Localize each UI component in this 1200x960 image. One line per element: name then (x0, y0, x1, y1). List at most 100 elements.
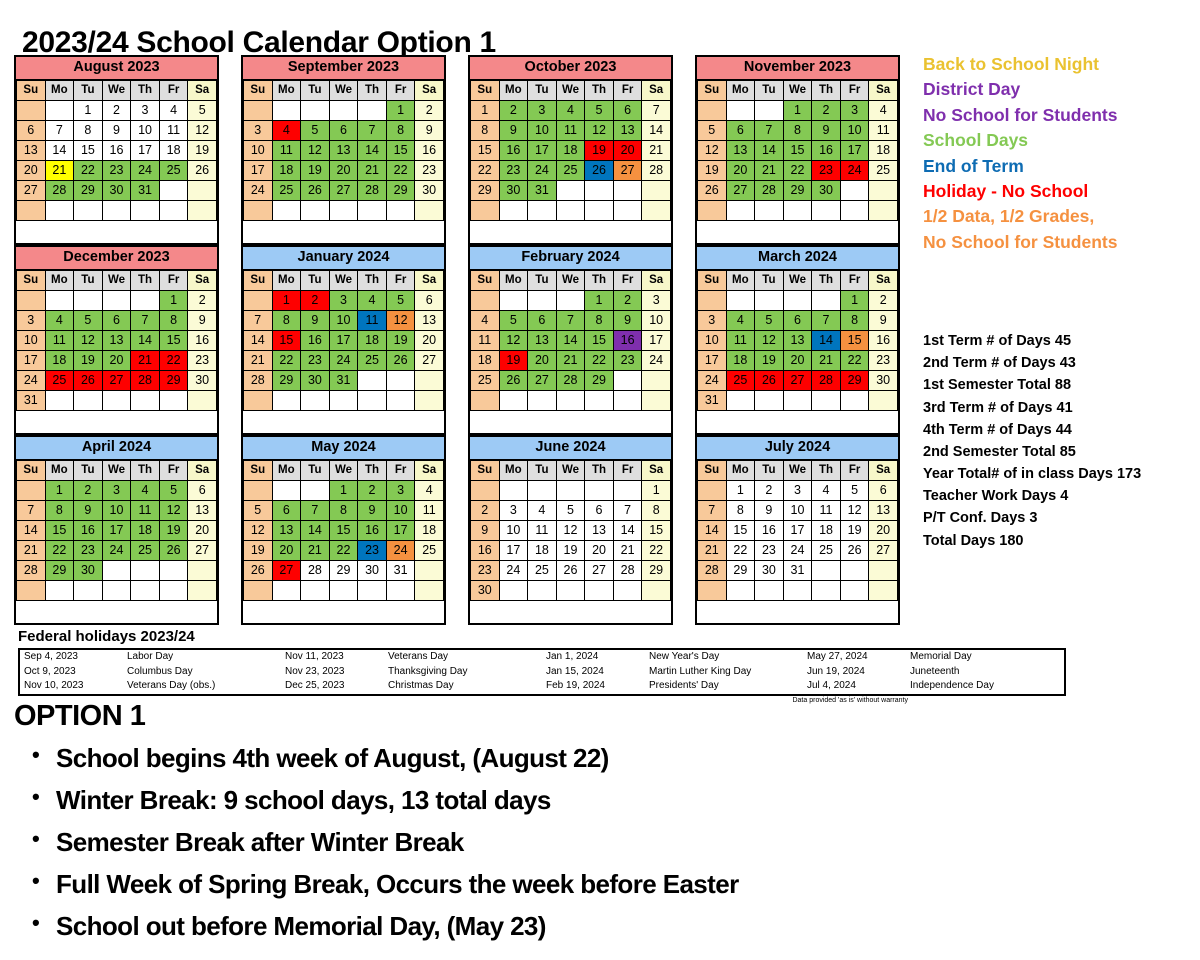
day-cell[interactable]: 12 (697, 139, 727, 161)
day-cell[interactable] (527, 579, 557, 601)
day-cell[interactable]: 21 (641, 139, 671, 161)
day-cell[interactable]: 15 (584, 329, 614, 351)
day-cell[interactable]: 26 (555, 559, 586, 581)
day-cell[interactable]: 19 (498, 349, 529, 371)
day-cell[interactable]: 9 (101, 119, 132, 141)
day-cell[interactable]: 13 (725, 139, 756, 161)
day-cell[interactable]: 26 (73, 369, 103, 391)
day-cell[interactable] (328, 199, 359, 221)
day-cell[interactable]: 20 (725, 159, 756, 181)
day-cell[interactable]: 23 (187, 349, 217, 371)
day-cell[interactable]: 6 (584, 499, 614, 521)
day-cell[interactable] (641, 369, 671, 391)
day-cell[interactable] (470, 199, 500, 221)
day-cell[interactable]: 20 (612, 139, 643, 161)
day-cell[interactable]: 8 (44, 499, 75, 521)
day-cell[interactable]: 4 (555, 99, 586, 121)
day-cell[interactable]: 17 (385, 519, 416, 541)
day-cell[interactable]: 23 (868, 349, 898, 371)
day-cell[interactable] (357, 579, 387, 601)
day-cell[interactable]: 4 (811, 479, 841, 501)
day-cell[interactable]: 7 (300, 499, 330, 521)
day-cell[interactable]: 30 (498, 179, 529, 201)
day-cell[interactable]: 17 (498, 539, 529, 561)
day-cell[interactable] (782, 579, 813, 601)
day-cell[interactable]: 8 (158, 309, 189, 331)
day-cell[interactable]: 10 (130, 119, 160, 141)
day-cell[interactable]: 19 (300, 159, 330, 181)
day-cell[interactable]: 11 (527, 519, 557, 541)
day-cell[interactable] (811, 199, 841, 221)
day-cell[interactable]: 4 (414, 479, 444, 501)
day-cell[interactable] (101, 199, 132, 221)
day-cell[interactable]: 1 (44, 479, 75, 501)
day-cell[interactable] (44, 99, 75, 121)
day-cell[interactable] (271, 389, 302, 411)
day-cell[interactable]: 28 (754, 179, 784, 201)
day-cell[interactable]: 13 (782, 329, 813, 351)
day-cell[interactable]: 21 (243, 349, 273, 371)
day-cell[interactable]: 29 (385, 179, 416, 201)
day-cell[interactable]: 29 (782, 179, 813, 201)
day-cell[interactable]: 14 (641, 119, 671, 141)
day-cell[interactable] (243, 199, 273, 221)
day-cell[interactable] (498, 579, 529, 601)
day-cell[interactable]: 17 (782, 519, 813, 541)
day-cell[interactable]: 12 (300, 139, 330, 161)
day-cell[interactable]: 26 (187, 159, 217, 181)
day-cell[interactable] (839, 559, 870, 581)
day-cell[interactable]: 8 (725, 499, 756, 521)
day-cell[interactable] (584, 199, 614, 221)
day-cell[interactable]: 16 (470, 539, 500, 561)
day-cell[interactable]: 5 (754, 309, 784, 331)
day-cell[interactable]: 27 (584, 559, 614, 581)
day-cell[interactable]: 18 (868, 139, 898, 161)
day-cell[interactable]: 24 (498, 559, 529, 581)
day-cell[interactable]: 10 (498, 519, 529, 541)
day-cell[interactable]: 28 (130, 369, 160, 391)
day-cell[interactable] (385, 579, 416, 601)
day-cell[interactable]: 15 (328, 519, 359, 541)
day-cell[interactable]: 10 (782, 499, 813, 521)
day-cell[interactable]: 14 (612, 519, 643, 541)
day-cell[interactable] (612, 579, 643, 601)
day-cell[interactable]: 10 (16, 329, 46, 351)
day-cell[interactable]: 13 (187, 499, 217, 521)
day-cell[interactable] (782, 289, 813, 311)
day-cell[interactable]: 26 (839, 539, 870, 561)
day-cell[interactable]: 14 (130, 329, 160, 351)
day-cell[interactable]: 23 (414, 159, 444, 181)
day-cell[interactable]: 28 (16, 559, 46, 581)
day-cell[interactable]: 20 (16, 159, 46, 181)
day-cell[interactable] (300, 99, 330, 121)
day-cell[interactable]: 4 (357, 289, 387, 311)
day-cell[interactable] (584, 579, 614, 601)
day-cell[interactable]: 4 (44, 309, 75, 331)
day-cell[interactable]: 30 (470, 579, 500, 601)
day-cell[interactable]: 27 (101, 369, 132, 391)
day-cell[interactable]: 8 (385, 119, 416, 141)
day-cell[interactable]: 27 (782, 369, 813, 391)
day-cell[interactable]: 19 (385, 329, 416, 351)
day-cell[interactable]: 10 (641, 309, 671, 331)
day-cell[interactable]: 20 (527, 349, 557, 371)
day-cell[interactable]: 16 (73, 519, 103, 541)
day-cell[interactable] (101, 289, 132, 311)
day-cell[interactable] (839, 579, 870, 601)
day-cell[interactable]: 24 (16, 369, 46, 391)
day-cell[interactable]: 24 (243, 179, 273, 201)
day-cell[interactable] (271, 479, 302, 501)
day-cell[interactable]: 4 (130, 479, 160, 501)
day-cell[interactable]: 3 (641, 289, 671, 311)
day-cell[interactable]: 23 (470, 559, 500, 581)
day-cell[interactable] (130, 559, 160, 581)
day-cell[interactable]: 20 (782, 349, 813, 371)
day-cell[interactable]: 12 (754, 329, 784, 351)
day-cell[interactable] (641, 389, 671, 411)
day-cell[interactable]: 27 (16, 179, 46, 201)
day-cell[interactable]: 15 (385, 139, 416, 161)
day-cell[interactable] (782, 389, 813, 411)
day-cell[interactable]: 15 (470, 139, 500, 161)
day-cell[interactable] (555, 389, 586, 411)
day-cell[interactable]: 3 (697, 309, 727, 331)
